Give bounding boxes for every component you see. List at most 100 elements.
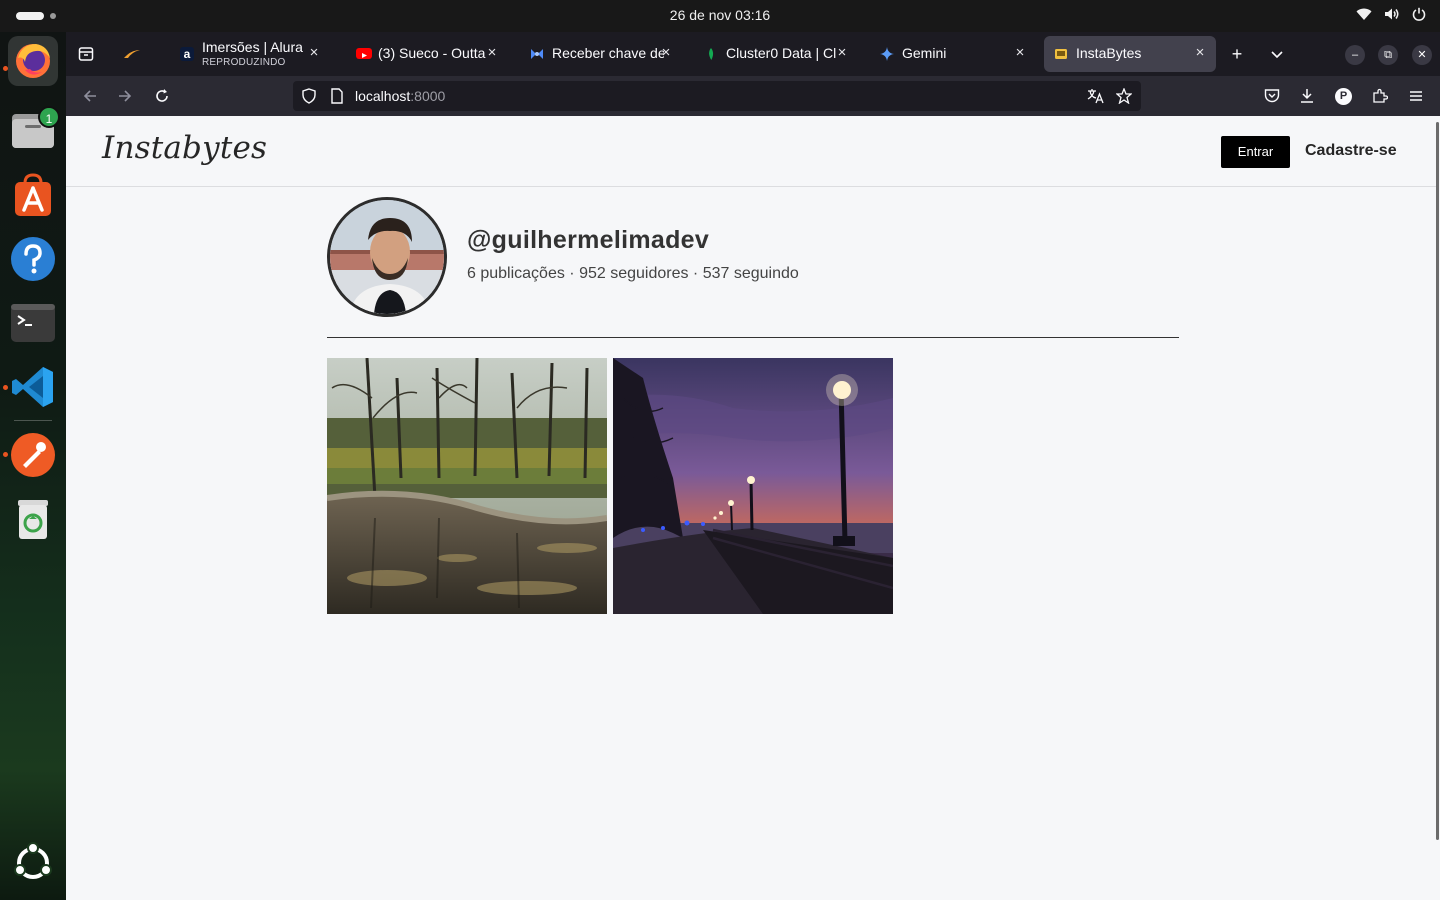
back-button[interactable] bbox=[76, 82, 104, 110]
tab-title: Receber chave de bbox=[552, 45, 664, 61]
url-text[interactable]: localhost:8000 bbox=[355, 88, 445, 104]
tab-google-ai-studio[interactable]: Receber chave de × bbox=[520, 36, 682, 72]
ubuntu-logo-icon bbox=[14, 842, 52, 879]
login-button[interactable]: Entrar bbox=[1221, 136, 1290, 168]
youtube-icon bbox=[356, 48, 372, 59]
tab-alura[interactable]: a Imersões | Alura REPRODUZINDO × bbox=[170, 36, 330, 72]
minimize-icon: – bbox=[1351, 49, 1359, 61]
tab-close-button[interactable]: × bbox=[1192, 45, 1208, 61]
reload-icon bbox=[156, 89, 168, 102]
close-icon: ✕ bbox=[1417, 49, 1427, 61]
forward-button[interactable] bbox=[111, 82, 139, 110]
tab-close-button[interactable]: × bbox=[484, 45, 500, 61]
tab-title: Cluster0 Data | Cl bbox=[726, 45, 837, 61]
dock-postman[interactable] bbox=[8, 430, 58, 480]
tab-close-button[interactable]: × bbox=[306, 45, 322, 61]
tab-bar: a Imersões | Alura REPRODUZINDO × (3) Su… bbox=[66, 32, 1440, 76]
dock-show-apps[interactable] bbox=[8, 838, 58, 888]
signup-link[interactable]: Cadastre-se bbox=[1305, 142, 1397, 160]
dock-terminal[interactable] bbox=[8, 298, 58, 348]
hamburger-menu-icon[interactable] bbox=[1408, 88, 1424, 104]
power-icon bbox=[1412, 7, 1426, 21]
posts-grid bbox=[327, 358, 927, 614]
google-ai-studio-icon bbox=[531, 49, 543, 59]
tab-title: Imersões | Alura bbox=[202, 39, 303, 55]
url-port: :8000 bbox=[410, 88, 446, 104]
arrow-right-icon bbox=[119, 90, 132, 102]
tab-close-button[interactable]: × bbox=[834, 45, 850, 61]
extensions-puzzle-icon[interactable] bbox=[1372, 88, 1388, 104]
page-scrollbar[interactable] bbox=[1436, 116, 1440, 900]
scrollbar-thumb[interactable] bbox=[1436, 122, 1439, 840]
post-image[interactable] bbox=[613, 358, 893, 614]
tab-gemini[interactable]: Gemini × bbox=[870, 36, 1036, 72]
firefox-view-button[interactable] bbox=[72, 40, 100, 68]
new-tab-button[interactable]: + bbox=[1223, 40, 1251, 68]
address-bar[interactable]: localhost:8000 bbox=[293, 81, 1141, 111]
tab-youtube[interactable]: (3) Sueco - Outta × bbox=[346, 36, 508, 72]
trash-icon bbox=[18, 500, 48, 539]
activities-button[interactable] bbox=[16, 12, 56, 20]
profile-avatar bbox=[327, 197, 447, 317]
tab-instabytes[interactable]: InstaBytes × bbox=[1044, 36, 1216, 72]
page-info-icon[interactable] bbox=[330, 88, 344, 104]
tab-title: (3) Sueco - Outta bbox=[378, 45, 486, 61]
chevron-down-icon bbox=[1271, 51, 1283, 59]
mongodb-icon bbox=[709, 48, 714, 60]
minimize-button[interactable]: – bbox=[1345, 45, 1365, 65]
tracking-protection-shield-icon[interactable] bbox=[301, 88, 317, 104]
wifi-icon bbox=[1356, 8, 1372, 20]
dock-firefox[interactable] bbox=[8, 36, 58, 86]
profile-section: @guilhermelimadev 6 publicações · 952 se… bbox=[327, 197, 1179, 338]
ubuntu-dock: 1 bbox=[0, 32, 66, 900]
tab-title: InstaBytes bbox=[1076, 45, 1142, 61]
navigation-toolbar: localhost:8000 P bbox=[66, 76, 1440, 116]
pocket-icon[interactable] bbox=[1264, 88, 1280, 104]
gemini-icon bbox=[880, 47, 894, 61]
firefox-window: a Imersões | Alura REPRODUZINDO × (3) Su… bbox=[66, 32, 1440, 900]
terminal-icon bbox=[11, 304, 55, 342]
restore-icon: ⧉ bbox=[1384, 49, 1392, 61]
list-all-tabs-button[interactable] bbox=[1263, 40, 1291, 68]
close-window-button[interactable]: ✕ bbox=[1412, 45, 1432, 65]
tab-close-button[interactable]: × bbox=[658, 45, 674, 61]
profile-stats: 6 publicações · 952 seguidores · 537 seg… bbox=[467, 265, 799, 282]
translate-icon[interactable] bbox=[1087, 88, 1105, 104]
tab-close-button[interactable]: × bbox=[1012, 45, 1028, 61]
tab-title: Gemini bbox=[902, 45, 947, 61]
profile-username: @guilhermelimadev bbox=[467, 226, 710, 254]
dock-help[interactable] bbox=[8, 234, 58, 284]
help-icon bbox=[11, 237, 55, 281]
clock[interactable]: 26 de nov 03:16 bbox=[670, 7, 770, 23]
app-center-icon bbox=[15, 173, 51, 216]
plus-icon: + bbox=[1231, 44, 1243, 64]
volume-icon bbox=[1385, 8, 1399, 20]
alura-icon: a bbox=[180, 47, 194, 61]
dock-vscode[interactable] bbox=[8, 362, 58, 412]
downloads-icon[interactable] bbox=[1299, 88, 1315, 104]
claude-orange-icon bbox=[124, 50, 140, 58]
reload-button[interactable] bbox=[148, 82, 176, 110]
dock-trash[interactable] bbox=[8, 494, 58, 544]
workspace-indicator-dot bbox=[50, 13, 56, 19]
site-logo[interactable]: Instabytes bbox=[102, 130, 267, 166]
tab-playing-label: REPRODUZINDO bbox=[202, 57, 286, 68]
site-header: Instabytes Entrar Cadastre-se bbox=[66, 116, 1436, 187]
url-host: localhost bbox=[355, 88, 411, 104]
arrow-left-icon bbox=[83, 90, 96, 102]
firefox-view-icon bbox=[78, 47, 94, 61]
instabytes-icon bbox=[1055, 49, 1067, 59]
post-image[interactable] bbox=[327, 358, 607, 614]
web-page: Instabytes Entrar Cadastre-se @guilherme bbox=[66, 116, 1436, 900]
dock-app-center[interactable] bbox=[8, 170, 58, 220]
vscode-icon bbox=[12, 367, 53, 407]
tab-mongodb[interactable]: Cluster0 Data | Cl × bbox=[694, 36, 858, 72]
tab-pinned[interactable] bbox=[112, 36, 152, 72]
account-avatar-button[interactable]: P bbox=[1335, 88, 1352, 105]
system-top-bar: 26 de nov 03:16 bbox=[0, 0, 1440, 32]
system-tray[interactable] bbox=[1356, 7, 1426, 21]
restore-button[interactable]: ⧉ bbox=[1378, 45, 1398, 65]
postman-icon bbox=[11, 433, 55, 477]
bookmark-star-icon[interactable] bbox=[1116, 88, 1132, 104]
workspace-indicator-active bbox=[16, 12, 44, 20]
